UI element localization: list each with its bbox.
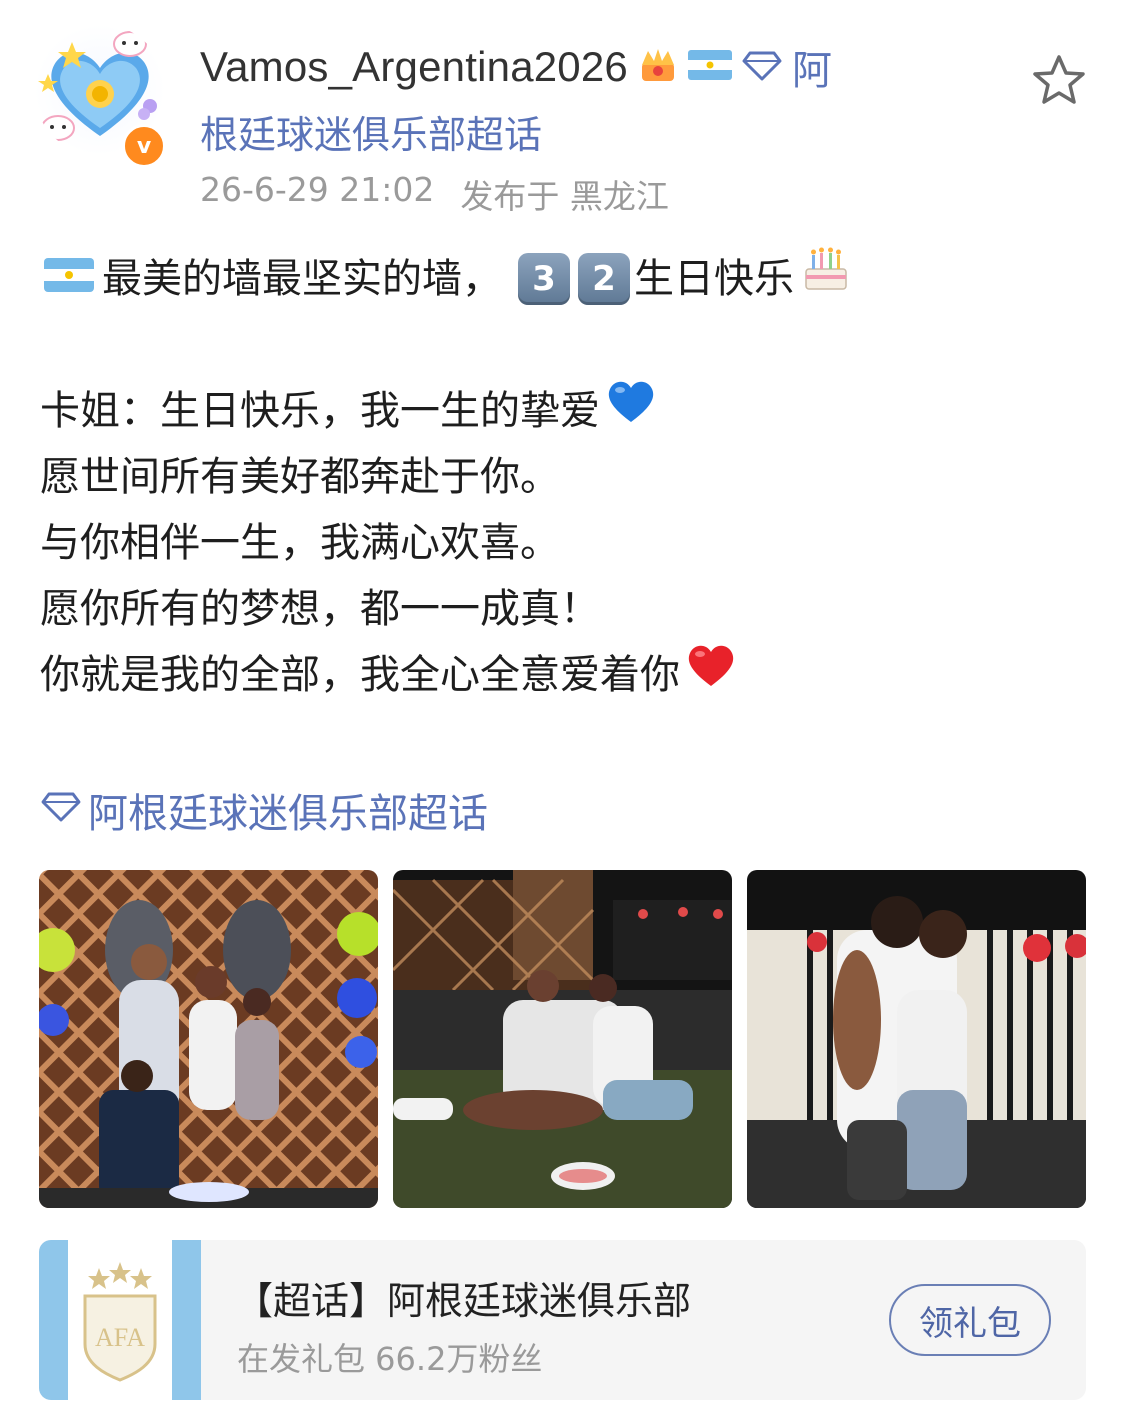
post-photo-1[interactable]	[39, 870, 378, 1208]
supertopic-card-title: 【超话】阿根廷球迷俱乐部	[235, 1279, 692, 1323]
supertopic-card-subtitle: 在发礼包 66.2万粉丝	[237, 1340, 543, 1378]
post-line-2: 卡姐：生日快乐，我一生的挚爱	[40, 378, 1090, 444]
post-line-6: 你就是我的全部，我全心全意爱着你	[40, 642, 1090, 708]
supertopic-name-continued[interactable]: 根廷球迷俱乐部超话	[200, 104, 542, 159]
post-photo-2[interactable]	[393, 870, 732, 1208]
supertopic-card[interactable]: AFA 【超话】阿根廷球迷俱乐部 在发礼包 66.2万粉丝 领礼包	[39, 1240, 1086, 1400]
post-line-5: 愿你所有的梦想，都一一成真！	[40, 576, 1090, 642]
post-photo-3[interactable]	[747, 870, 1086, 1208]
post-text-segment: 卡姐：生日快乐，我一生的挚爱	[40, 388, 600, 434]
verified-badge-icon: v	[122, 124, 166, 168]
weibo-post: v Vamos_Argentina2026 阿 根廷球迷俱乐部超话 26-6-2…	[0, 0, 1125, 1408]
supertopic-name-part[interactable]: 阿	[792, 38, 832, 96]
diamond-icon	[742, 49, 782, 85]
post-text-segment: 愿你所有的梦想，都一一成真！	[40, 586, 600, 632]
argentina-flag-icon	[44, 246, 94, 312]
post-location: 发布于 黑龙江	[460, 177, 669, 216]
post-body: 最美的墙最坚实的墙， 3 2 生日快乐 卡姐：生日快乐，我一生的挚爱 愿世间所有…	[40, 246, 1090, 708]
crown-icon	[638, 45, 678, 89]
keycap-2: 2	[578, 253, 630, 305]
post-line-3: 愿世间所有美好都奔赴于你。	[40, 444, 1090, 510]
avatar[interactable]: v	[34, 24, 166, 168]
afa-logo-thumbnail: AFA	[39, 1240, 201, 1400]
post-text-segment: 最美的墙最坚实的墙，	[102, 256, 502, 302]
post-line-4: 与你相伴一生，我满心欢喜。	[40, 510, 1090, 576]
post-text-segment: 生日快乐	[634, 256, 794, 302]
red-heart-icon	[684, 640, 738, 710]
favorite-star-icon[interactable]	[1030, 52, 1088, 110]
username[interactable]: Vamos_Argentina2026	[200, 43, 628, 91]
username-row: Vamos_Argentina2026 阿	[200, 42, 832, 94]
post-timestamp: 26-6-29 21:02	[200, 170, 435, 209]
argentina-flag-icon	[687, 50, 732, 84]
supertopic-link[interactable]: 阿根廷球迷俱乐部超话	[40, 780, 488, 840]
afa-logo-text: AFA	[95, 1323, 145, 1352]
post-line-1: 最美的墙最坚实的墙， 3 2 生日快乐	[40, 246, 1090, 312]
post-meta: 26-6-29 21:02 发布于 黑龙江	[200, 170, 669, 218]
claim-gift-button[interactable]: 领礼包	[889, 1284, 1051, 1356]
post-text-segment: 你就是我的全部，我全心全意爱着你	[40, 652, 680, 698]
birthday-cake-icon	[800, 243, 852, 315]
supertopic-link-label: 阿根廷球迷俱乐部超话	[88, 791, 488, 837]
post-text-segment: 与你相伴一生，我满心欢喜。	[40, 520, 560, 566]
blue-heart-icon	[604, 376, 658, 446]
post-text-segment: 愿世间所有美好都奔赴于你。	[40, 454, 560, 500]
keycap-3: 3	[518, 253, 570, 305]
diamond-icon	[40, 787, 82, 833]
